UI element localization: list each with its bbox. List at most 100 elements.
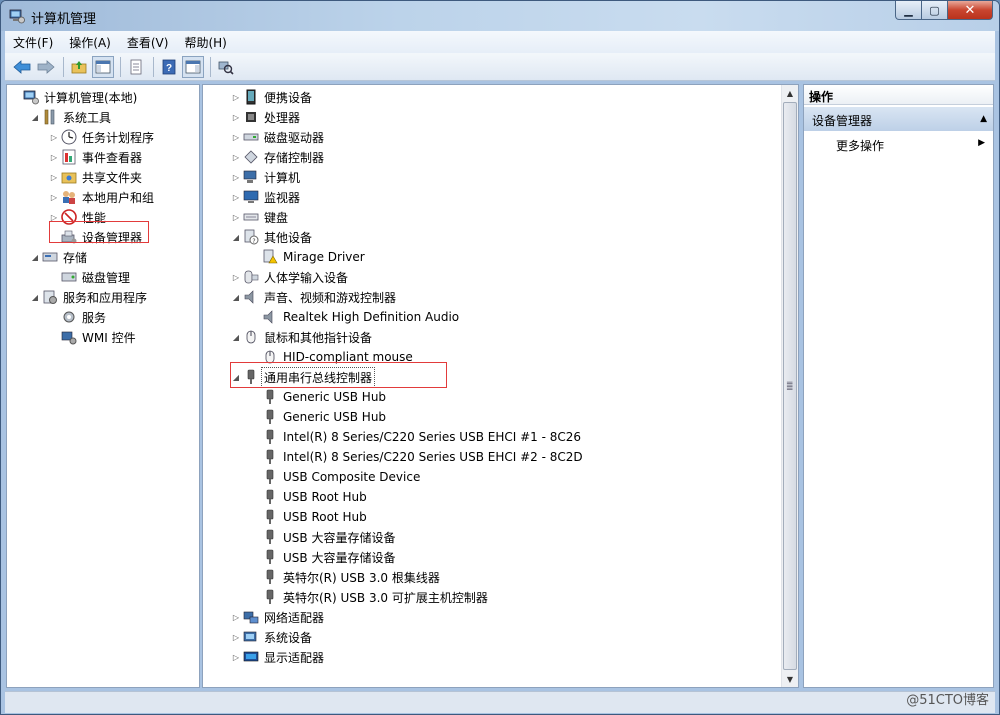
mouse-icon xyxy=(243,329,259,345)
expanded-arrow-icon[interactable]: ◢ xyxy=(30,292,40,302)
collapse-up-icon[interactable]: ▲ xyxy=(980,114,987,124)
usb-icon xyxy=(262,429,278,445)
menu-file[interactable]: 文件(F) xyxy=(13,34,53,51)
collapsed-arrow-icon[interactable]: ▷ xyxy=(231,212,241,222)
tree-item[interactable]: ▷ 本地用户和组 xyxy=(49,187,156,207)
console-tree-icon xyxy=(95,60,111,73)
device-tree-item[interactable]: ▷ 系统设备 xyxy=(231,627,314,647)
show-hide-action-pane-button[interactable] xyxy=(182,55,204,78)
device-tree-item[interactable]: ◢? 其他设备 xyxy=(231,227,314,247)
expanded-arrow-icon[interactable]: ◢ xyxy=(231,232,241,242)
collapsed-arrow-icon[interactable]: ▷ xyxy=(231,112,241,122)
up-folder-button[interactable] xyxy=(68,56,90,78)
collapsed-arrow-icon[interactable]: ▷ xyxy=(231,632,241,642)
device-tree-scrollbar[interactable]: ▲ ═ ═ ═ ▼ xyxy=(781,85,798,687)
scrollbar-thumb[interactable]: ═ ═ ═ xyxy=(783,102,797,670)
tree-item[interactable]: ▷ 共享文件夹 xyxy=(49,167,144,187)
device-tree-item[interactable]: ▷ 网络适配器 xyxy=(231,607,326,627)
maximize-button[interactable]: ▢ xyxy=(922,1,948,20)
device-tree-item[interactable]: Intel(R) 8 Series/C220 Series USB EHCI #… xyxy=(250,427,583,447)
more-actions-item[interactable]: 更多操作 xyxy=(836,137,884,154)
device-tree-item[interactable]: ▷ 便携设备 xyxy=(231,87,314,107)
device-tree-item[interactable]: ▷ 监视器 xyxy=(231,187,302,207)
device-tree-item[interactable]: ◢ 鼠标和其他指针设备 xyxy=(231,327,374,347)
tree-item-label: 本地用户和组 xyxy=(82,190,155,205)
device-tree-item[interactable]: ▷ 人体学输入设备 xyxy=(231,267,350,287)
tree-item-label: 英特尔(R) USB 3.0 可扩展主机控制器 xyxy=(283,590,488,605)
collapsed-arrow-icon[interactable]: ▷ xyxy=(231,172,241,182)
collapsed-arrow-icon[interactable]: ▷ xyxy=(231,132,241,142)
tree-item[interactable]: 磁盘管理 xyxy=(49,267,132,287)
device-tree-item[interactable]: USB Root Hub xyxy=(250,487,369,507)
scan-hardware-button[interactable] xyxy=(215,56,237,78)
properties-button[interactable] xyxy=(125,56,147,78)
device-tree-item[interactable]: USB Root Hub xyxy=(250,507,369,527)
computer-management-icon xyxy=(9,9,25,24)
collapsed-arrow-icon[interactable]: ▷ xyxy=(231,272,241,282)
device-tree-item[interactable]: ▷ 存储控制器 xyxy=(231,147,326,167)
device-tree-item[interactable]: ▷ 键盘 xyxy=(231,207,290,227)
show-hide-tree-button[interactable] xyxy=(92,55,114,78)
collapsed-arrow-icon[interactable]: ▷ xyxy=(49,152,59,162)
device-tree-item[interactable]: USB 大容量存储设备 xyxy=(250,527,397,547)
tree-item[interactable]: ◢ 服务和应用程序 xyxy=(30,287,149,307)
device-tree-item[interactable]: Realtek High Definition Audio xyxy=(250,307,461,327)
tree-item[interactable]: ◢ 系统工具 xyxy=(30,107,113,127)
device-tree-item[interactable]: Mirage Driver xyxy=(250,247,367,267)
status-bar xyxy=(5,691,995,713)
speaker-icon xyxy=(262,309,278,325)
tree-item-label: 鼠标和其他指针设备 xyxy=(264,330,373,345)
device-tree-item[interactable]: Intel(R) 8 Series/C220 Series USB EHCI #… xyxy=(250,447,585,467)
collapsed-arrow-icon[interactable]: ▷ xyxy=(49,172,59,182)
collapsed-arrow-icon[interactable]: ▷ xyxy=(231,612,241,622)
expanded-arrow-icon[interactable]: ◢ xyxy=(30,112,40,122)
toolbar-separator xyxy=(63,56,64,77)
expanded-arrow-icon[interactable]: ◢ xyxy=(231,292,241,302)
tree-item-label: WMI 控件 xyxy=(82,330,136,345)
collapsed-arrow-icon[interactable]: ▷ xyxy=(231,192,241,202)
device-tree-item[interactable]: ▷ 显示适配器 xyxy=(231,647,326,667)
collapsed-arrow-icon[interactable]: ▷ xyxy=(49,132,59,142)
scan-hardware-icon xyxy=(218,61,234,75)
usb-controllers-highlight xyxy=(230,362,447,388)
device-tree-item[interactable]: USB 大容量存储设备 xyxy=(250,547,397,567)
device-tree-item[interactable]: USB Composite Device xyxy=(250,467,422,487)
menu-help[interactable]: 帮助(H) xyxy=(184,34,226,51)
tree-item[interactable]: 服务 xyxy=(49,307,108,327)
menu-view[interactable]: 查看(V) xyxy=(127,34,169,51)
forward-button[interactable] xyxy=(35,56,57,78)
scroll-up-icon[interactable]: ▲ xyxy=(782,85,798,101)
up-folder-icon xyxy=(71,60,87,73)
device-tree-item[interactable]: 英特尔(R) USB 3.0 根集线器 xyxy=(250,567,442,587)
device-tree-item[interactable]: Generic USB Hub xyxy=(250,387,388,407)
device-tree-item[interactable]: ▷ 计算机 xyxy=(231,167,302,187)
no-expander xyxy=(250,592,260,602)
collapsed-arrow-icon[interactable]: ▷ xyxy=(231,152,241,162)
tree-item[interactable]: ◢ 存储 xyxy=(30,247,89,267)
tree-item[interactable]: ▷ 任务计划程序 xyxy=(49,127,156,147)
actions-header: 操作 xyxy=(804,85,993,105)
device-tree-item[interactable]: ◢ 声音、视频和游戏控制器 xyxy=(231,287,398,307)
device-tree-item[interactable]: ▷ 处理器 xyxy=(231,107,302,127)
scroll-down-icon[interactable]: ▼ xyxy=(782,671,798,687)
tree-item-label: 显示适配器 xyxy=(264,650,325,665)
collapsed-arrow-icon[interactable]: ▷ xyxy=(231,92,241,102)
tree-item[interactable]: 计算机管理(本地) xyxy=(11,87,139,107)
expanded-arrow-icon[interactable]: ◢ xyxy=(231,332,241,342)
expanded-arrow-icon[interactable]: ◢ xyxy=(30,252,40,262)
collapsed-arrow-icon[interactable]: ▷ xyxy=(49,192,59,202)
tree-item-label: USB Root Hub xyxy=(283,490,367,504)
device-tree-item[interactable]: ▷ 磁盘驱动器 xyxy=(231,127,326,147)
device-tree-item[interactable]: Generic USB Hub xyxy=(250,407,388,427)
close-button[interactable]: ✕ xyxy=(948,1,993,20)
minimize-button[interactable]: ▁ xyxy=(895,1,922,20)
portable-device-icon xyxy=(243,89,259,105)
menu-action[interactable]: 操作(A) xyxy=(69,34,111,51)
back-button[interactable] xyxy=(11,56,33,78)
device-tree-item[interactable]: 英特尔(R) USB 3.0 可扩展主机控制器 xyxy=(250,587,490,607)
help-button[interactable]: ? xyxy=(158,56,180,78)
tree-item[interactable]: WMI 控件 xyxy=(49,327,138,347)
actions-section-device-manager[interactable]: 设备管理器 ▲ xyxy=(804,107,993,131)
collapsed-arrow-icon[interactable]: ▷ xyxy=(231,652,241,662)
tree-item[interactable]: ▷ 事件查看器 xyxy=(49,147,144,167)
